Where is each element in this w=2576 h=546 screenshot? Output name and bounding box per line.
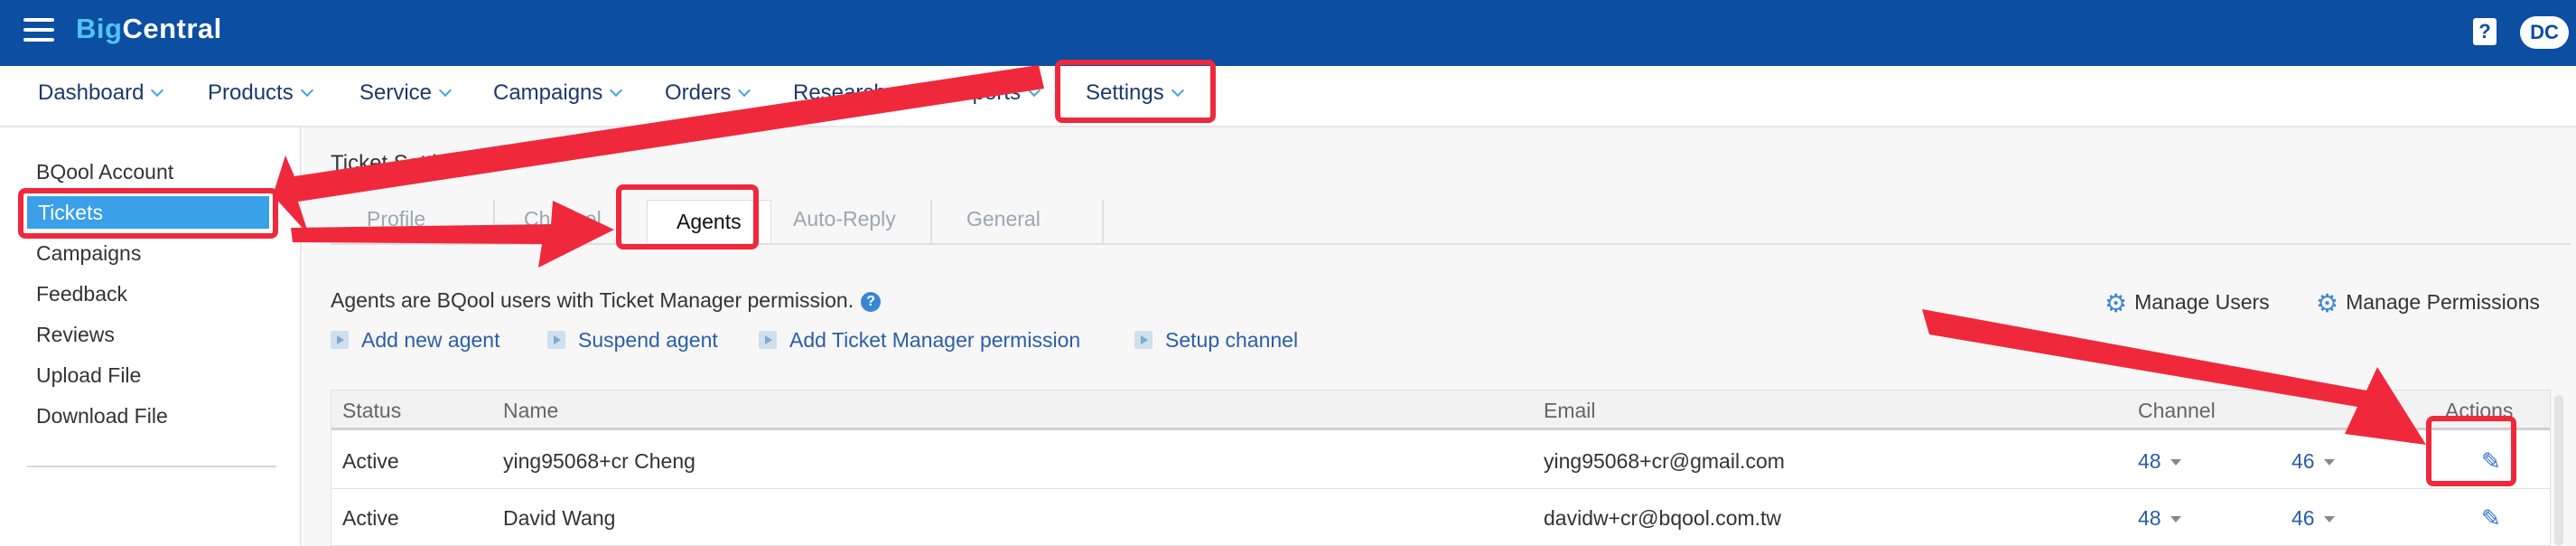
column-header-channel[interactable]: Channel xyxy=(2138,399,2216,423)
chevron-down-icon xyxy=(1171,83,1184,98)
nav-products[interactable]: Products xyxy=(208,80,313,106)
page-title: Ticket Settings xyxy=(331,151,472,175)
main-nav: Dashboard Products Service Campaigns Ord… xyxy=(0,66,2576,127)
nav-dashboard[interactable]: Dashboard xyxy=(38,80,164,106)
nav-service[interactable]: Service xyxy=(359,80,453,106)
chevron-down-icon xyxy=(300,83,313,98)
nav-settings[interactable]: Settings xyxy=(1086,80,1184,106)
play-icon xyxy=(547,331,565,349)
row-email: davidw+cr@bqool.com.tw xyxy=(1544,506,1782,530)
row-name: David Wang xyxy=(503,506,616,530)
sidebar-item-bqool-account[interactable]: BQool Account xyxy=(36,160,173,184)
add-new-agent-link[interactable]: Add new agent xyxy=(331,328,499,353)
tab-divider xyxy=(1102,200,1104,243)
table-scrollbar[interactable] xyxy=(2554,395,2563,546)
tab-auto-reply[interactable]: Auto-Reply xyxy=(793,207,896,231)
top-header: BigCentral ? DC xyxy=(0,0,2576,66)
suspend-agent-link[interactable]: Suspend agent xyxy=(547,328,718,353)
play-icon xyxy=(759,331,777,349)
add-ticket-manager-permission-link[interactable]: Add Ticket Manager permission xyxy=(759,328,1080,353)
table-row: Active ying95068+cr Cheng ying95068+cr@g… xyxy=(331,433,2550,489)
nav-orders[interactable]: Orders xyxy=(665,80,751,106)
tab-divider xyxy=(493,200,495,243)
edit-pencil-icon[interactable]: ✎ xyxy=(2481,447,2501,475)
play-icon xyxy=(331,331,349,349)
column-header-name[interactable]: Name xyxy=(503,399,558,423)
row-name: ying95068+cr Cheng xyxy=(503,449,695,473)
sidebar-divider xyxy=(27,466,276,467)
row-channel-dropdown[interactable]: 48 xyxy=(2138,506,2181,531)
table-header: Status Name Email Channel Actions xyxy=(331,391,2550,430)
help-icon[interactable]: ? xyxy=(2473,18,2497,45)
info-icon[interactable]: ? xyxy=(861,292,882,312)
agents-table: Status Name Email Channel Actions Active… xyxy=(331,390,2551,546)
sidebar-item-download-file[interactable]: Download File xyxy=(36,404,168,428)
play-icon xyxy=(1134,331,1153,349)
sidebar-item-reviews[interactable]: Reviews xyxy=(36,323,115,347)
setup-channel-link[interactable]: Setup channel xyxy=(1134,328,1298,353)
caret-down-icon xyxy=(2170,516,2181,522)
tab-channel[interactable]: Channel xyxy=(524,207,602,231)
row-channel-dropdown[interactable]: 48 xyxy=(2138,449,2181,474)
tab-general[interactable]: General xyxy=(966,207,1041,231)
column-header-actions: Actions xyxy=(2445,399,2514,422)
main-content: Ticket Settings Profile Channel Agents A… xyxy=(303,127,2576,546)
sidebar-item-feedback[interactable]: Feedback xyxy=(36,282,127,306)
agents-description: Agents are BQool users with Ticket Manag… xyxy=(331,288,882,313)
chevron-down-icon xyxy=(438,83,453,98)
row-email: ying95068+cr@gmail.com xyxy=(1544,449,1785,473)
row-status: Active xyxy=(342,506,399,530)
nav-research[interactable]: Research xyxy=(793,80,906,106)
caret-down-icon xyxy=(2170,459,2181,466)
sidebar-item-campaigns[interactable]: Campaigns xyxy=(36,241,141,266)
app-logo[interactable]: BigCentral xyxy=(76,13,222,45)
sidebar: BQool Account Tickets Campaigns Feedback… xyxy=(0,127,302,546)
avatar[interactable]: DC xyxy=(2520,16,2569,49)
tab-profile[interactable]: Profile xyxy=(367,207,425,231)
table-row: Active David Wang davidw+cr@bqool.com.tw… xyxy=(331,490,2550,546)
column-header-email[interactable]: Email xyxy=(1544,399,1596,423)
row-tickets-dropdown[interactable]: 46 xyxy=(2291,506,2335,531)
sidebar-item-tickets[interactable]: Tickets xyxy=(27,196,269,229)
gear-icon: ⚙ xyxy=(2316,289,2339,317)
chevron-down-icon xyxy=(1027,83,1041,98)
row-status: Active xyxy=(342,449,399,473)
chevron-down-icon xyxy=(151,83,164,98)
row-tickets-dropdown[interactable]: 46 xyxy=(2291,449,2335,474)
column-header-status[interactable]: Status xyxy=(342,399,401,423)
menu-icon[interactable] xyxy=(23,18,54,42)
chevron-down-icon xyxy=(892,83,906,98)
tab-agents[interactable]: Agents xyxy=(647,200,771,244)
caret-down-icon xyxy=(2323,516,2335,522)
nav-reports[interactable]: Reports xyxy=(945,80,1041,106)
chevron-down-icon xyxy=(738,83,751,98)
nav-campaigns[interactable]: Campaigns xyxy=(493,80,623,106)
manage-permissions-link[interactable]: ⚙ Manage Permissions xyxy=(2316,288,2540,318)
caret-down-icon xyxy=(2323,459,2335,466)
gear-icon: ⚙ xyxy=(2105,289,2128,317)
sidebar-item-upload-file[interactable]: Upload File xyxy=(36,363,141,388)
tabs-bar: Profile Channel Agents Auto-Reply Genera… xyxy=(331,191,2571,245)
edit-pencil-icon[interactable]: ✎ xyxy=(2481,504,2501,532)
chevron-down-icon xyxy=(610,83,623,98)
manage-users-link[interactable]: ⚙ Manage Users xyxy=(2105,288,2270,318)
tab-divider xyxy=(930,200,932,243)
